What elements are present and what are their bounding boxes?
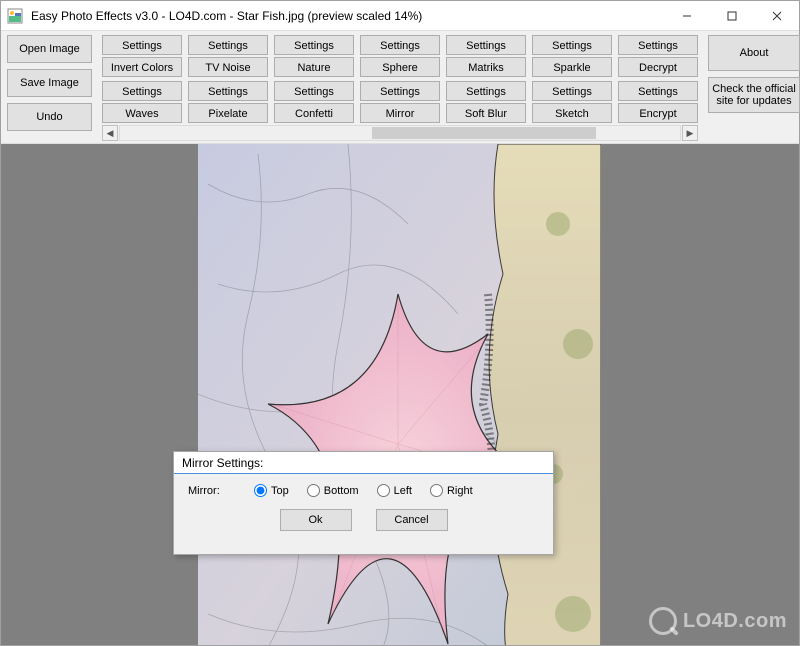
radio-right-input[interactable] — [430, 484, 443, 497]
toolbar: Open Image Save Image Undo SettingsInver… — [1, 31, 799, 144]
settings-button[interactable]: Settings — [274, 81, 354, 101]
settings-button[interactable]: Settings — [360, 35, 440, 55]
settings-button[interactable]: Settings — [102, 35, 182, 55]
effects-row-1: SettingsInvert Colors SettingsTV Noise S… — [102, 35, 698, 77]
right-column: About Check the official site for update… — [708, 35, 800, 141]
effect-decrypt[interactable]: Decrypt — [618, 57, 698, 77]
radio-top-input[interactable] — [254, 484, 267, 497]
watermark-text: LO4D.com — [683, 610, 787, 633]
dialog-buttons: Ok Cancel — [188, 509, 539, 531]
effect-sketch[interactable]: Sketch — [532, 103, 612, 123]
maximize-icon — [727, 11, 737, 21]
radio-left-input[interactable] — [377, 484, 390, 497]
about-button[interactable]: About — [708, 35, 800, 71]
radio-top-label: Top — [271, 485, 289, 497]
radio-bottom-input[interactable] — [307, 484, 320, 497]
effect-waves[interactable]: Waves — [102, 103, 182, 123]
settings-button[interactable]: Settings — [360, 81, 440, 101]
effect-sparkle[interactable]: Sparkle — [532, 57, 612, 77]
file-column: Open Image Save Image Undo — [7, 35, 92, 141]
settings-button[interactable]: Settings — [446, 35, 526, 55]
settings-button[interactable]: Settings — [446, 81, 526, 101]
radio-right[interactable]: Right — [430, 484, 473, 497]
cancel-button[interactable]: Cancel — [376, 509, 448, 531]
radio-bottom-label: Bottom — [324, 485, 359, 497]
radio-bottom[interactable]: Bottom — [307, 484, 359, 497]
dialog-title: Mirror Settings: — [174, 452, 553, 474]
effect-tv-noise[interactable]: TV Noise — [188, 57, 268, 77]
app-icon — [7, 8, 23, 24]
effects-row-2: SettingsWaves SettingsPixelate SettingsC… — [102, 81, 698, 123]
radio-top[interactable]: Top — [254, 484, 289, 497]
settings-button[interactable]: Settings — [188, 35, 268, 55]
watermark: LO4D.com — [649, 607, 787, 635]
save-image-button[interactable]: Save Image — [7, 69, 92, 97]
maximize-button[interactable] — [709, 1, 754, 30]
window-controls — [664, 1, 799, 30]
effect-matriks[interactable]: Matriks — [446, 57, 526, 77]
effect-invert-colors[interactable]: Invert Colors — [102, 57, 182, 77]
effects-scrollbar[interactable]: ◀ ▶ — [102, 125, 698, 141]
mirror-settings-dialog: Mirror Settings: Mirror: Top Bottom Left… — [173, 451, 554, 555]
effect-soft-blur[interactable]: Soft Blur — [446, 103, 526, 123]
settings-button[interactable]: Settings — [532, 81, 612, 101]
settings-button[interactable]: Settings — [274, 35, 354, 55]
radio-right-label: Right — [447, 485, 473, 497]
open-image-button[interactable]: Open Image — [7, 35, 92, 63]
app-window: Easy Photo Effects v3.0 - LO4D.com - Sta… — [0, 0, 800, 646]
effects-panel: SettingsInvert Colors SettingsTV Noise S… — [102, 35, 698, 141]
scroll-right-button[interactable]: ▶ — [682, 125, 698, 141]
effect-nature[interactable]: Nature — [274, 57, 354, 77]
close-button[interactable] — [754, 1, 799, 30]
preview-image — [198, 144, 601, 645]
settings-button[interactable]: Settings — [188, 81, 268, 101]
titlebar: Easy Photo Effects v3.0 - LO4D.com - Sta… — [1, 1, 799, 31]
effect-encrypt[interactable]: Encrypt — [618, 103, 698, 123]
settings-button[interactable]: Settings — [618, 35, 698, 55]
scroll-left-button[interactable]: ◀ — [102, 125, 118, 141]
minimize-button[interactable] — [664, 1, 709, 30]
effect-mirror[interactable]: Mirror — [360, 103, 440, 123]
settings-button[interactable]: Settings — [532, 35, 612, 55]
radio-left[interactable]: Left — [377, 484, 412, 497]
close-icon — [772, 11, 782, 21]
canvas-area: Mirror Settings: Mirror: Top Bottom Left… — [1, 144, 799, 645]
scroll-track[interactable] — [119, 125, 681, 141]
effect-sphere[interactable]: Sphere — [360, 57, 440, 77]
effect-pixelate[interactable]: Pixelate — [188, 103, 268, 123]
mirror-label: Mirror: — [188, 485, 236, 497]
minimize-icon — [682, 11, 692, 21]
effect-confetti[interactable]: Confetti — [274, 103, 354, 123]
window-title: Easy Photo Effects v3.0 - LO4D.com - Sta… — [29, 9, 664, 23]
undo-button[interactable]: Undo — [7, 103, 92, 131]
magnifier-icon — [649, 607, 677, 635]
settings-button[interactable]: Settings — [102, 81, 182, 101]
settings-button[interactable]: Settings — [618, 81, 698, 101]
radio-left-label: Left — [394, 485, 412, 497]
scroll-thumb[interactable] — [372, 127, 596, 139]
check-updates-button[interactable]: Check the official site for updates — [708, 77, 800, 113]
dialog-body: Mirror: Top Bottom Left Right Ok Cancel — [174, 474, 553, 539]
ok-button[interactable]: Ok — [280, 509, 352, 531]
mirror-options-row: Mirror: Top Bottom Left Right — [188, 484, 539, 497]
